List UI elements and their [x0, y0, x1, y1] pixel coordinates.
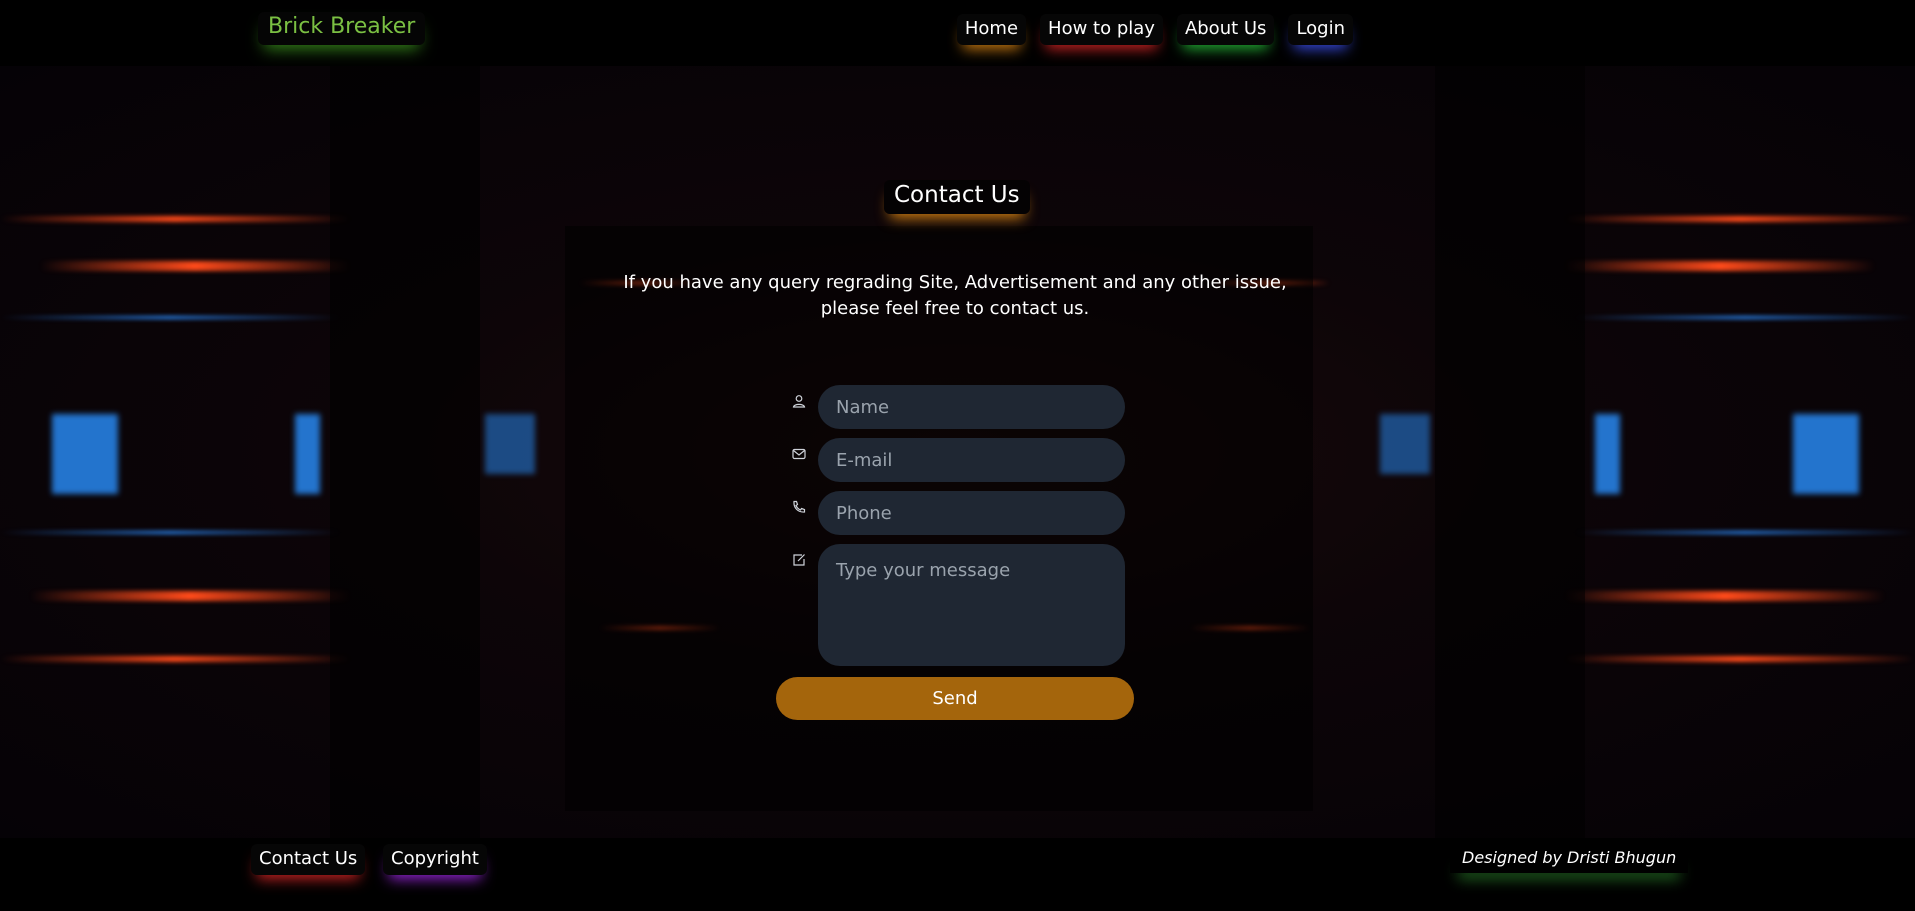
nav-how-to-play[interactable]: How to play [1040, 14, 1163, 45]
light-streak [1575, 316, 1915, 319]
mail-icon [792, 446, 810, 464]
main-nav: Home How to play About Us Login [956, 14, 1353, 45]
message-textarea[interactable] [818, 544, 1125, 666]
nav-home[interactable]: Home [956, 14, 1027, 45]
name-input[interactable] [818, 385, 1125, 429]
tunnel-pillar [330, 66, 480, 838]
edit-icon [792, 552, 810, 570]
footer: Contact Us Copyright Designed by Dristi … [0, 838, 1915, 911]
light-streak [1575, 531, 1915, 534]
light-panel [1595, 414, 1620, 494]
nav-login[interactable]: Login [1288, 14, 1353, 45]
light-panel [485, 414, 535, 474]
email-input[interactable] [818, 438, 1125, 482]
brand-logo[interactable]: Brick Breaker [258, 12, 426, 45]
phone-input[interactable] [818, 491, 1125, 535]
phone-icon [792, 499, 810, 517]
footer-copyright-link[interactable]: Copyright [383, 844, 487, 875]
tunnel-pillar [1435, 66, 1585, 838]
light-streak [0, 656, 350, 662]
intro-line-1: If you have any query regrading Site, Ad… [623, 272, 1287, 293]
light-streak [0, 531, 340, 534]
user-icon [792, 393, 810, 411]
light-panel [1380, 414, 1430, 474]
name-row [792, 385, 1125, 429]
light-streak [0, 316, 340, 319]
light-streak [1565, 216, 1915, 222]
designer-credit: Designed by Dristi Bhugun [1450, 846, 1688, 873]
light-panel [295, 414, 320, 494]
contact-intro: If you have any query regrading Site, Ad… [600, 270, 1310, 322]
footer-contact-us-link[interactable]: Contact Us [251, 844, 366, 875]
nav-about-us[interactable]: About Us [1176, 14, 1275, 45]
light-streak [1565, 591, 1885, 601]
message-row [792, 544, 1125, 666]
top-navbar: Brick Breaker Home How to play About Us … [0, 0, 1915, 66]
light-streak [0, 216, 350, 222]
light-panel [1793, 414, 1859, 494]
intro-line-2: please feel free to contact us. [820, 298, 1090, 319]
light-streak [30, 591, 350, 601]
page-title: Contact Us [884, 180, 1030, 214]
light-streak [1565, 261, 1875, 271]
light-streak [1565, 656, 1915, 662]
light-streak [40, 261, 350, 271]
light-panel [52, 414, 118, 494]
send-button[interactable]: Send [776, 677, 1134, 720]
phone-row [792, 491, 1125, 535]
email-row [792, 438, 1125, 482]
